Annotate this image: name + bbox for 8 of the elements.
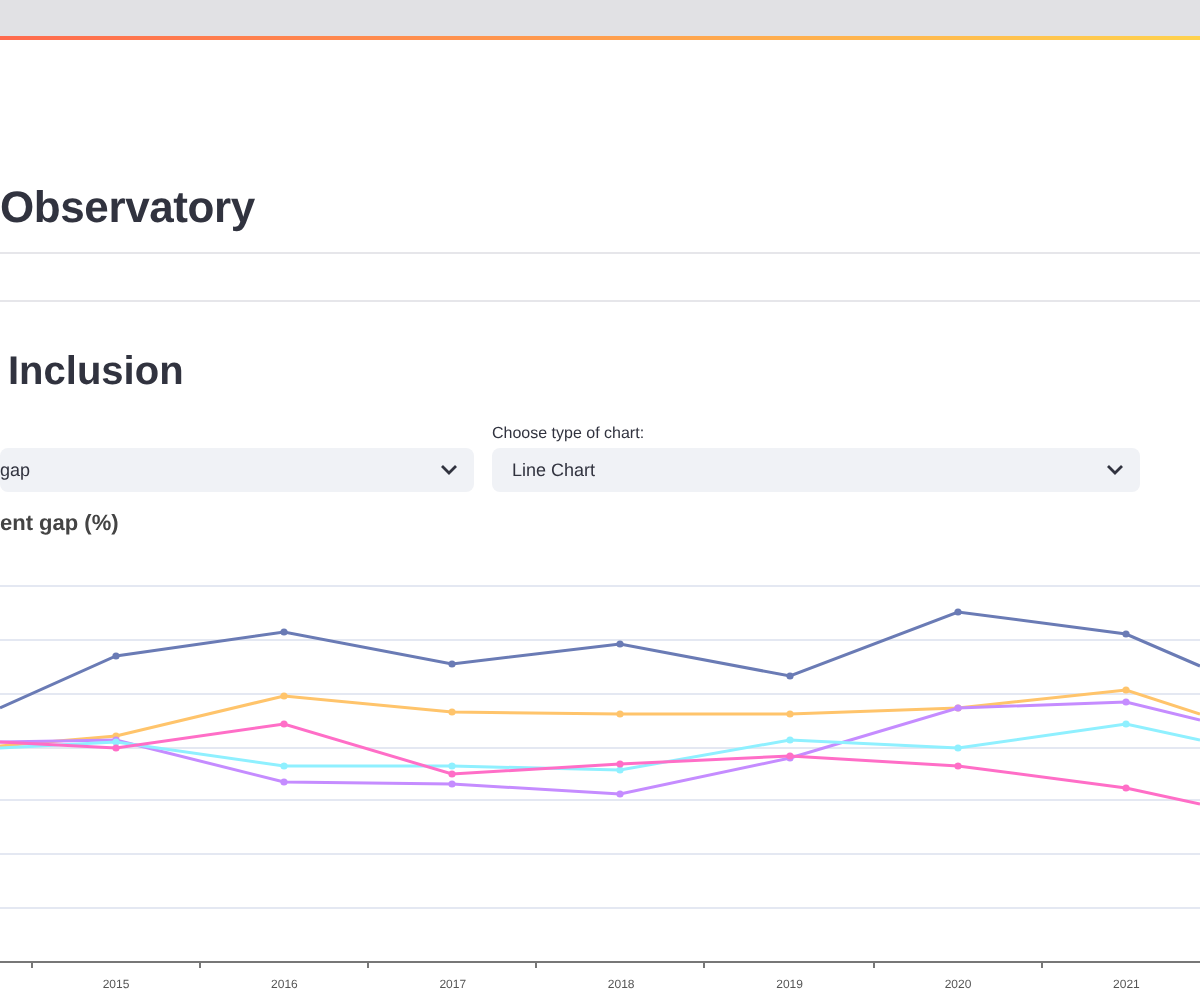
chevron-down-icon: [440, 464, 458, 476]
chart-title: ent gap (%): [0, 512, 121, 536]
select-label: Choose type of chart:: [492, 424, 647, 442]
page-title: Observatory: [0, 184, 257, 232]
dropdown-select[interactable]: Line Chart: [492, 448, 1140, 492]
section-title: Inclusion: [8, 350, 186, 394]
chevron-down-icon: [1106, 464, 1124, 476]
dropdown-select[interactable]: gap: [0, 448, 474, 492]
